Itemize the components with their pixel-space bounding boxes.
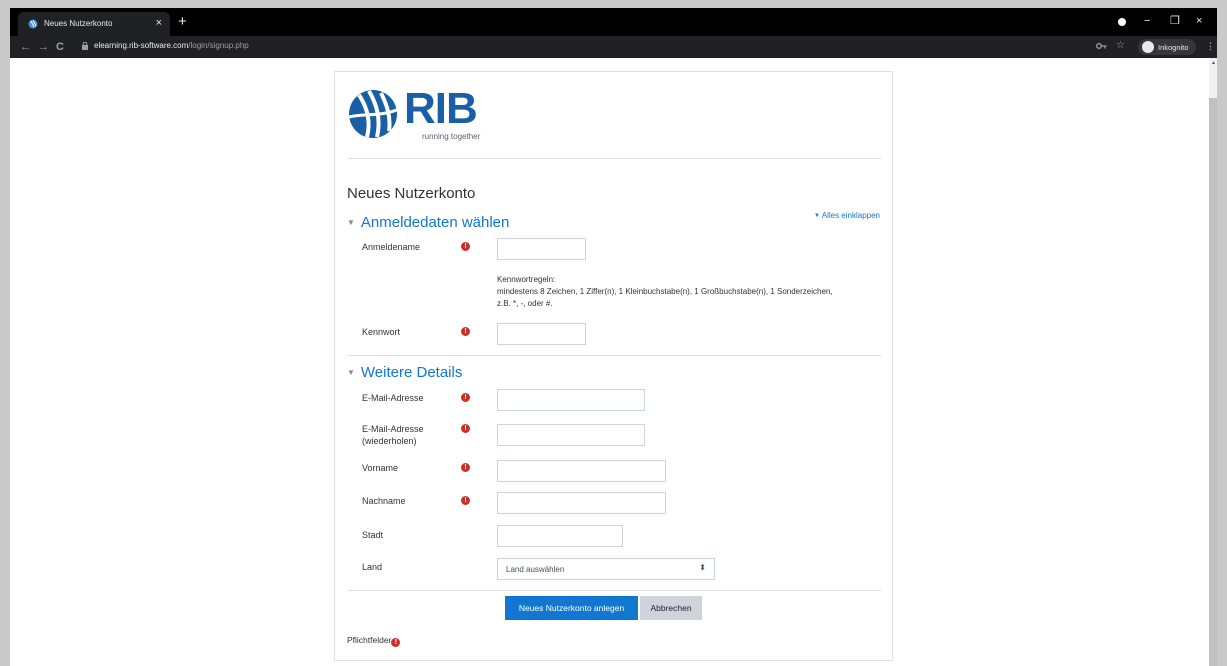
section-caret-icon: ▼	[347, 218, 355, 227]
section-login-header[interactable]: ▼ Anmeldedaten wählen	[347, 214, 509, 231]
email-input[interactable]	[497, 389, 645, 411]
rib-logo: RIB running together	[347, 87, 497, 147]
close-window-icon[interactable]: ×	[1196, 13, 1202, 29]
page-title: Neues Nutzerkonto	[347, 185, 476, 202]
required-icon: !	[461, 463, 470, 472]
username-input[interactable]	[497, 238, 586, 260]
required-icon: !	[391, 638, 401, 647]
url-host: elearning.rib-software.com	[94, 41, 189, 50]
browser-tab[interactable]: Neues Nutzerkonto ×	[18, 12, 170, 36]
address-bar[interactable]: elearning.rib-software.com/login/signup.…	[74, 38, 1084, 56]
back-icon[interactable]: ←	[20, 39, 31, 55]
required-icon: !	[461, 393, 470, 402]
new-tab-icon[interactable]: +	[178, 13, 187, 31]
tab-title: Neues Nutzerkonto	[44, 19, 113, 28]
country-select-value: Land auswählen	[506, 565, 565, 574]
password-rules-title: Kennwortregeln:	[497, 275, 556, 284]
email-repeat-input[interactable]	[497, 424, 645, 446]
city-input[interactable]	[497, 525, 623, 547]
divider	[347, 590, 881, 591]
lastname-input[interactable]	[497, 492, 666, 514]
password-label: Kennwort	[362, 327, 401, 337]
cancel-button[interactable]: Abbrechen	[640, 596, 702, 620]
section-login-title: Anmeldedaten wählen	[360, 214, 510, 231]
tab-bar: Neues Nutzerkonto × + − ❐ ×	[10, 8, 1217, 36]
required-icon: !	[461, 327, 470, 336]
section-caret-icon: ▼	[347, 368, 355, 377]
country-select[interactable]: Land auswählen ⬍	[497, 558, 715, 580]
country-label: Land	[362, 562, 383, 572]
collapse-caret-icon: ▼	[814, 213, 820, 219]
lock-icon	[82, 42, 88, 50]
divider	[347, 355, 881, 356]
reload-icon[interactable]: C	[56, 39, 64, 55]
browser-window: Neues Nutzerkonto × + − ❐ × ← → C elearn…	[10, 8, 1217, 666]
create-account-button[interactable]: Neues Nutzerkonto anlegen	[505, 596, 638, 620]
incognito-badge[interactable]: Inkognito	[1138, 39, 1196, 55]
logo-tagline: running together	[422, 132, 481, 141]
minimize-icon[interactable]: −	[1144, 13, 1150, 29]
scrollbar-thumb[interactable]	[1209, 98, 1217, 666]
lastname-label: Nachname	[362, 496, 406, 506]
required-icon: !	[461, 242, 470, 251]
required-icon: !	[461, 496, 470, 505]
required-fields-note: Pflichtfelder!	[347, 635, 401, 647]
section-details-header[interactable]: ▼ Weitere Details	[347, 364, 462, 381]
rib-logo-mark-icon	[348, 90, 400, 138]
section-details-title: Weitere Details	[360, 364, 463, 381]
scroll-up-icon[interactable]: ▲	[1211, 60, 1216, 66]
required-fields-label: Pflichtfelder	[347, 635, 392, 645]
kebab-menu-icon[interactable]: ⋮	[1206, 40, 1215, 52]
divider	[347, 158, 881, 159]
url-path: /login/signup.php	[188, 41, 249, 50]
signup-card: RIB running together Neues Nutzerkonto ▼…	[334, 71, 893, 661]
password-rules-text: mindestens 8 Zeichen, 1 Ziffer(n), 1 Kle…	[497, 287, 833, 308]
email-label: E-Mail-Adresse	[362, 393, 424, 403]
incognito-label: Inkognito	[1158, 43, 1189, 52]
star-icon[interactable]: ☆	[1116, 40, 1125, 52]
url-text: elearning.rib-software.com/login/signup.…	[94, 41, 249, 50]
page-viewport: RIB running together Neues Nutzerkonto ▼…	[10, 58, 1217, 666]
key-icon[interactable]	[1096, 42, 1107, 50]
required-icon: !	[461, 424, 470, 433]
logo-text: RIB	[404, 84, 478, 133]
collapse-all-link[interactable]: ▼ Alles einklappen	[814, 211, 880, 220]
profile-icon[interactable]	[1118, 18, 1126, 26]
select-arrows-icon: ⬍	[699, 563, 706, 572]
firstname-label: Vorname	[362, 463, 399, 473]
restore-icon[interactable]: ❐	[1170, 13, 1180, 29]
username-label: Anmeldename	[362, 242, 421, 252]
rib-favicon-icon	[28, 19, 38, 29]
browser-toolbar: ← → C elearning.rib-software.com/login/s…	[10, 36, 1217, 58]
firstname-input[interactable]	[497, 460, 666, 482]
tab-close-icon[interactable]: ×	[156, 16, 162, 30]
collapse-all-label: Alles einklappen	[821, 211, 880, 220]
page-scrollbar[interactable]: ▲	[1209, 58, 1217, 666]
city-label: Stadt	[362, 530, 384, 540]
email-repeat-label: E-Mail-Adresse (wiederholen)	[362, 424, 424, 446]
password-input[interactable]	[497, 323, 586, 345]
incognito-icon	[1142, 41, 1154, 53]
forward-icon[interactable]: →	[38, 39, 49, 55]
